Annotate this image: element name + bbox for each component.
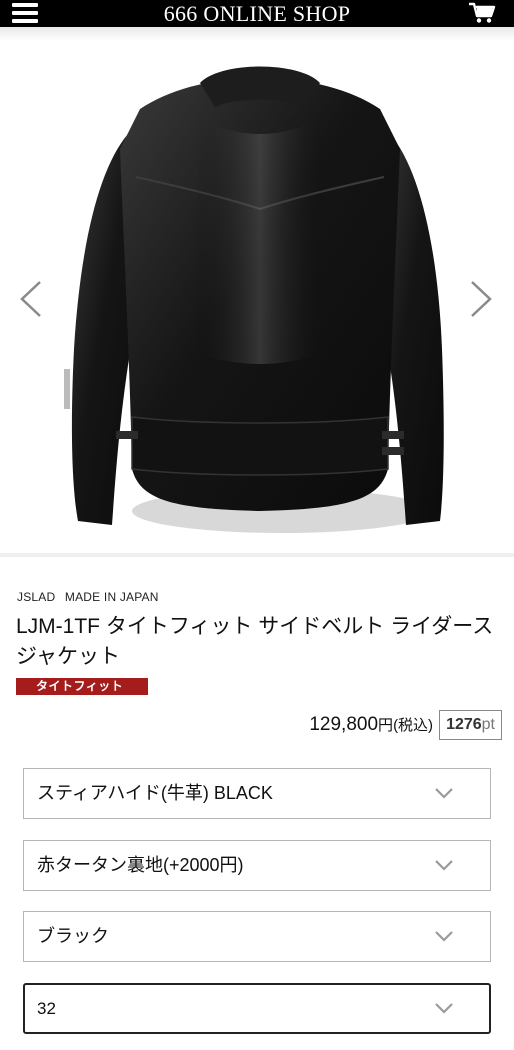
product-image — [64, 66, 444, 533]
select-value: 32 — [37, 999, 56, 1018]
color-select[interactable]: ブラック — [23, 911, 491, 962]
lining-select[interactable]: 赤タータン裏地(+2000円) — [23, 840, 491, 891]
chevron-right-icon[interactable] — [466, 279, 496, 319]
chevron-down-icon — [435, 860, 453, 871]
points-amount: 1276 — [446, 716, 482, 733]
select-value: 赤タータン裏地(+2000円) — [37, 855, 244, 875]
divider — [0, 553, 514, 557]
price-row: 129,800円(税込) 1276 pt — [309, 710, 502, 740]
price-amount: 129,800 — [309, 714, 379, 735]
select-value: ブラック — [37, 926, 109, 946]
chevron-left-icon[interactable] — [16, 279, 46, 319]
chevron-down-icon — [435, 931, 453, 942]
brand-name: JSLAD — [17, 590, 56, 604]
product-image-gallery[interactable] — [0, 41, 514, 553]
points-unit: pt — [481, 716, 495, 733]
site-header: 666 ONLINE SHOP — [0, 0, 514, 27]
shopping-cart-icon[interactable] — [468, 2, 496, 24]
shop-title[interactable]: 666 ONLINE SHOP — [0, 0, 514, 27]
product-title: LJM-1TF タイトフィット サイドベルト ライダースジャケット — [16, 615, 494, 668]
select-value: スティアハイド(牛革) BLACK — [37, 783, 273, 803]
price-currency: 円 — [378, 717, 394, 734]
material-select[interactable]: スティアハイド(牛革) BLACK — [23, 768, 491, 819]
chevron-down-icon — [435, 1003, 453, 1014]
price: 129,800円(税込) — [309, 714, 433, 736]
chevron-down-icon — [435, 788, 453, 799]
header-shadow — [0, 27, 514, 41]
size-select[interactable]: 32 — [23, 983, 491, 1034]
price-tax-note: (税込) — [393, 717, 434, 734]
points-badge: 1276 pt — [439, 710, 502, 740]
origin-label: MADE IN JAPAN — [64, 590, 159, 604]
brand-line: JSLAD MADE IN JAPAN — [17, 590, 159, 604]
fit-badge: タイトフィット — [16, 678, 148, 695]
